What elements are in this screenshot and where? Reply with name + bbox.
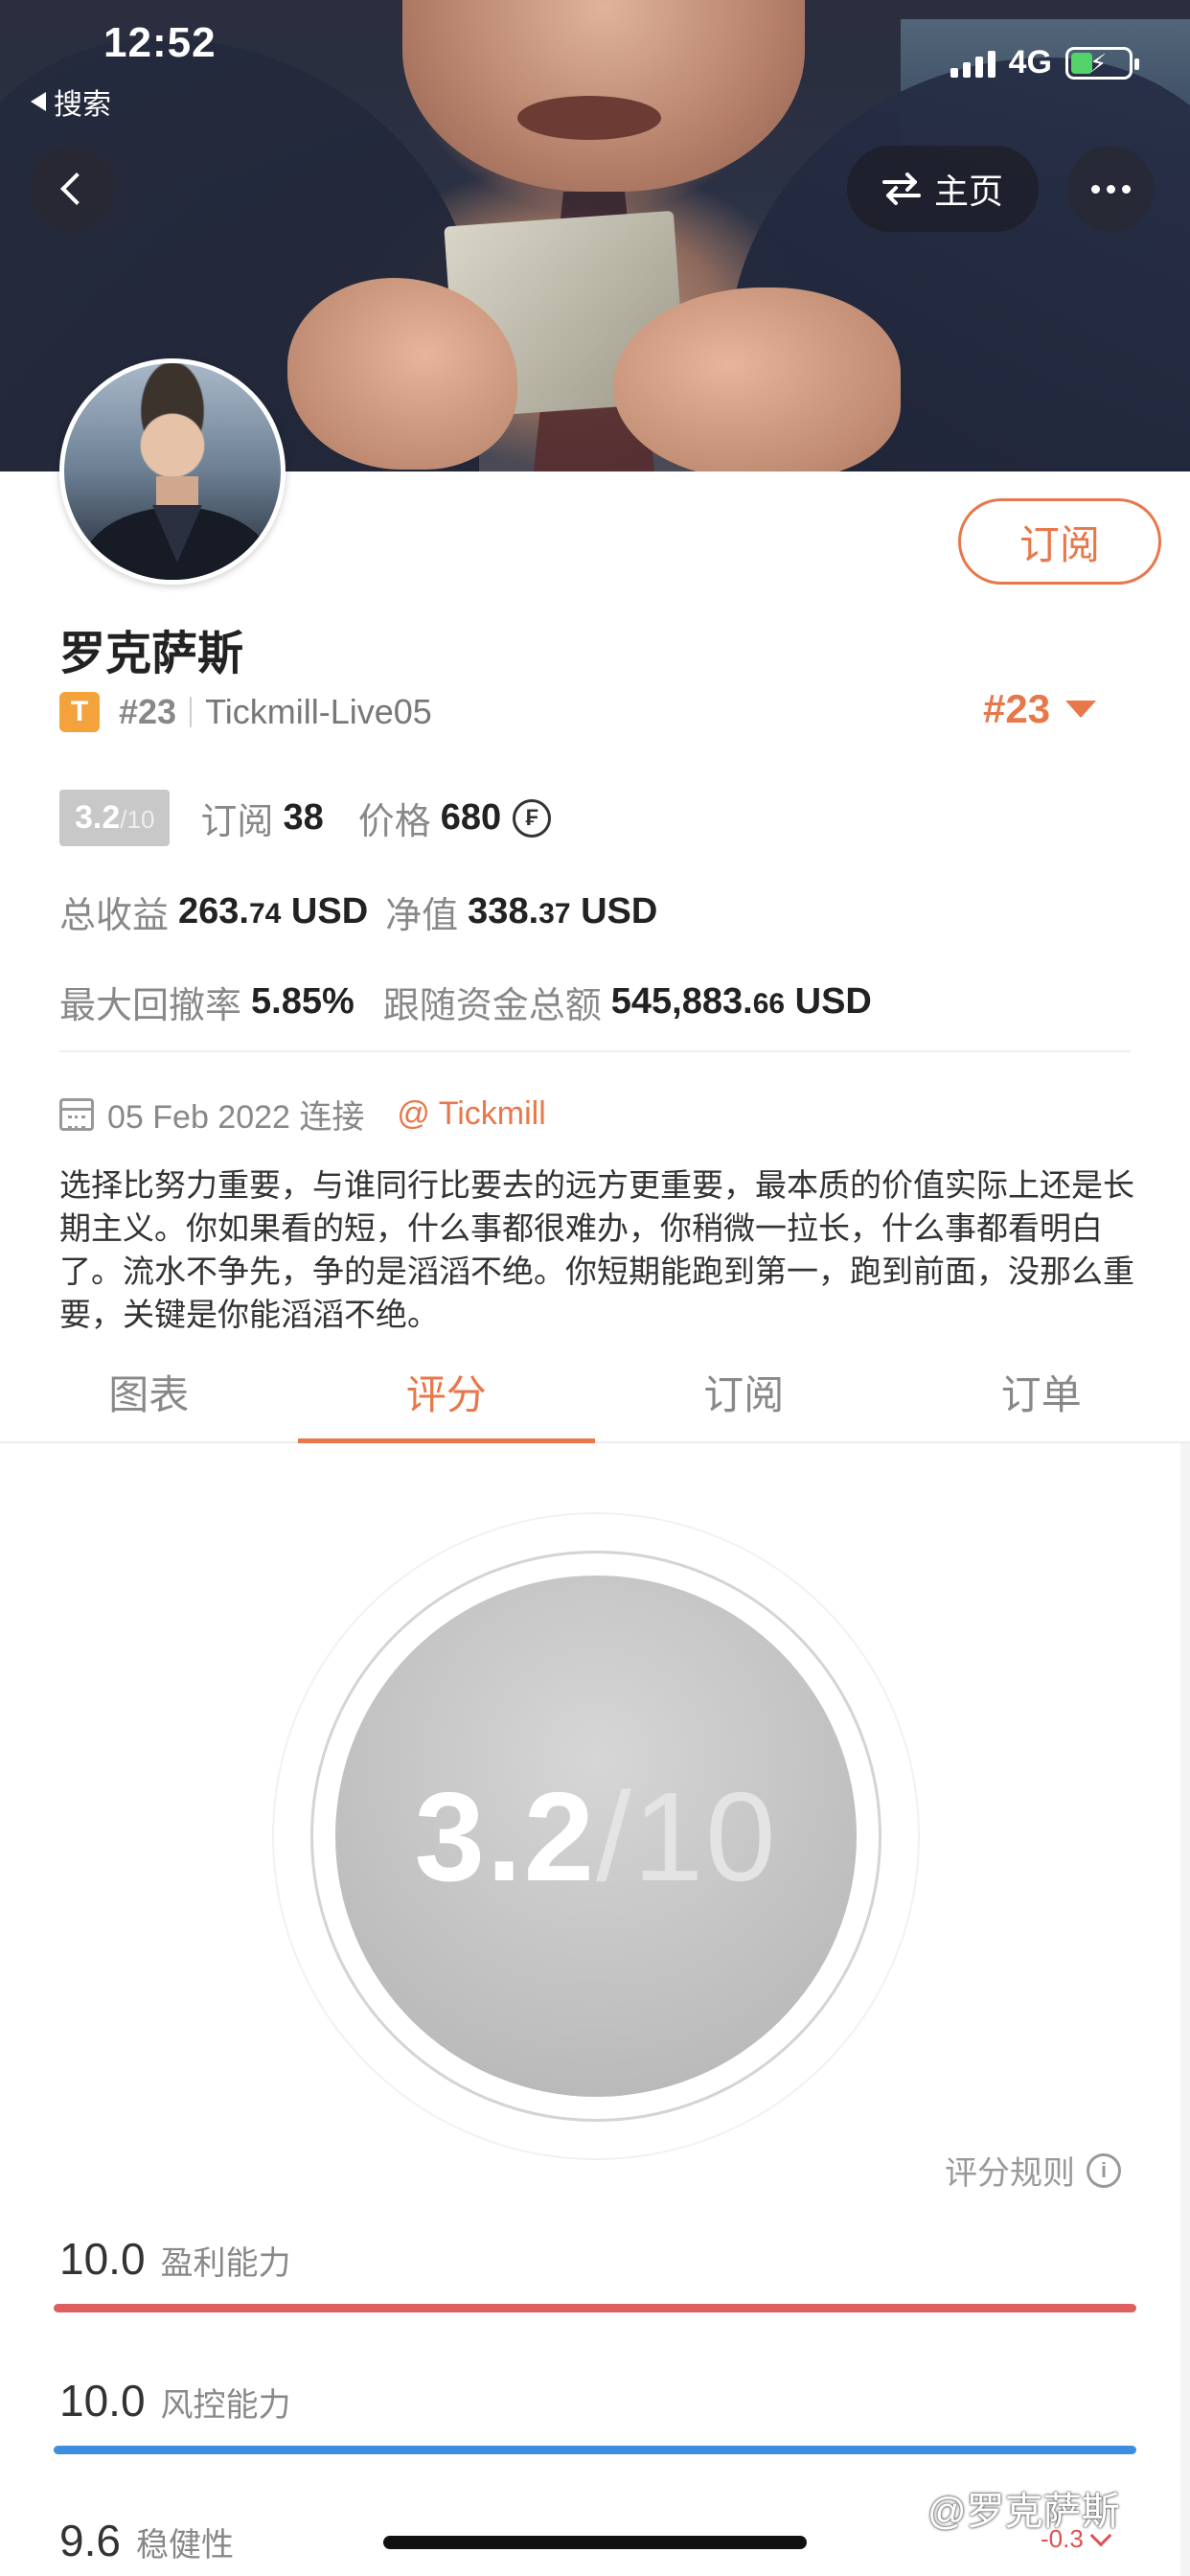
swap-icon xyxy=(881,172,921,205)
home-button-label: 主页 xyxy=(933,172,1003,211)
watermark: @罗克萨斯 xyxy=(927,2491,1120,2533)
account-rank: #23 xyxy=(119,692,177,731)
broker-link[interactable]: @ Tickmill xyxy=(397,1095,545,1133)
max-drawdown-value: 5.85% xyxy=(251,981,355,1022)
max-drawdown-label: 最大回撤率 xyxy=(59,986,242,1026)
more-icon xyxy=(1090,184,1100,194)
caret-down-icon xyxy=(1065,701,1097,718)
metric-risk-control: 10.0 风控能力 xyxy=(59,2375,291,2426)
equity-label: 净值 xyxy=(385,896,459,936)
status-back-to-app[interactable]: 搜索 xyxy=(31,80,111,123)
account-info-row: T #23 Tickmill-Live05 xyxy=(59,692,432,732)
broker-badge-icon: T xyxy=(59,692,100,732)
profile-tabs: 图表 评分 订阅 订单 xyxy=(0,1342,1190,1443)
total-profit-label: 总收益 xyxy=(59,896,170,936)
metric-profitability: 10.0 盈利能力 xyxy=(59,2233,291,2285)
home-button[interactable]: 主页 xyxy=(847,146,1039,232)
metric-stability: 9.6 稳健性 xyxy=(59,2515,234,2566)
rank-value: #23 xyxy=(983,686,1051,731)
network-type: 4G xyxy=(1008,44,1052,80)
separator xyxy=(190,697,193,727)
risk-control-bar xyxy=(54,2446,1136,2454)
metric-label: 盈利能力 xyxy=(160,2245,291,2282)
follow-funds-label: 跟随资金总额 xyxy=(382,986,602,1026)
price-value: 680 xyxy=(440,797,502,838)
avatar[interactable] xyxy=(59,358,286,585)
signal-icon xyxy=(950,49,995,78)
rating-rules-link[interactable]: 评分规则 i xyxy=(945,2147,1121,2194)
trader-name: 罗克萨斯 xyxy=(59,629,244,679)
rank-dropdown[interactable]: #23 xyxy=(983,686,1097,732)
stats-row-profit: 总收益 263.74 USD 净值 338.37 USD xyxy=(59,886,657,938)
follow-funds-value: 545,883.66 USD xyxy=(610,981,872,1022)
rating-score: 3.2/10 xyxy=(414,1765,778,1907)
tab-subscriptions[interactable]: 订阅 xyxy=(595,1342,893,1441)
calendar-icon xyxy=(59,1097,94,1131)
stats-row-risk: 最大回撤率 5.85% 跟随资金总额 545,883.66 USD xyxy=(59,976,872,1028)
equity-value: 338.37 USD xyxy=(468,891,658,932)
metric-value: 10.0 xyxy=(59,2376,146,2426)
price-label: 价格 xyxy=(357,802,431,842)
info-icon: i xyxy=(1087,2152,1121,2188)
coin-icon: ₣ xyxy=(513,798,552,838)
metric-label: 稳健性 xyxy=(135,2527,234,2564)
more-button[interactable] xyxy=(1067,146,1154,232)
rating-rules-label: 评分规则 xyxy=(945,2155,1075,2192)
divider xyxy=(59,1050,1131,1052)
profitability-bar xyxy=(54,2304,1136,2312)
tab-chart[interactable]: 图表 xyxy=(0,1342,298,1441)
home-indicator[interactable] xyxy=(383,2536,807,2549)
rating-circle: 3.2/10 xyxy=(335,1576,857,2097)
tab-rating[interactable]: 评分 xyxy=(297,1342,596,1443)
scroll-edge xyxy=(1180,1443,1190,2576)
account-name: Tickmill-Live05 xyxy=(205,692,432,731)
status-time: 12:52 xyxy=(103,19,217,66)
score-badge: 3.2/10 xyxy=(59,790,171,846)
subscribe-count-label: 订阅 xyxy=(200,802,274,842)
total-profit-value: 263.74 USD xyxy=(178,891,369,932)
status-back-label: 搜索 xyxy=(54,89,111,121)
connected-date: 05 Feb 2022 连接 xyxy=(107,1099,365,1136)
subscribe-button[interactable]: 订阅 xyxy=(958,498,1161,585)
metric-label: 风控能力 xyxy=(160,2387,291,2424)
metric-value: 9.6 xyxy=(59,2516,121,2565)
chevron-left-icon xyxy=(60,172,93,205)
stats-row-score: 3.2/10 订阅 38 价格 680 ₣ xyxy=(59,790,552,846)
metric-value: 10.0 xyxy=(59,2234,146,2284)
subscribe-count: 38 xyxy=(283,797,324,838)
bio-text: 选择比努力重要，与谁同行比要去的远方更重要，最本质的价值实际上还是长期主义。你如… xyxy=(59,1167,1134,1332)
back-button[interactable] xyxy=(29,146,115,232)
meta-row: 05 Feb 2022 连接 @ Tickmill xyxy=(59,1091,546,1138)
status-indicators: 4G ⚡ xyxy=(950,44,1139,81)
tab-orders[interactable]: 订单 xyxy=(893,1342,1190,1441)
back-triangle-icon xyxy=(31,92,46,111)
battery-icon: ⚡ xyxy=(1065,46,1139,80)
